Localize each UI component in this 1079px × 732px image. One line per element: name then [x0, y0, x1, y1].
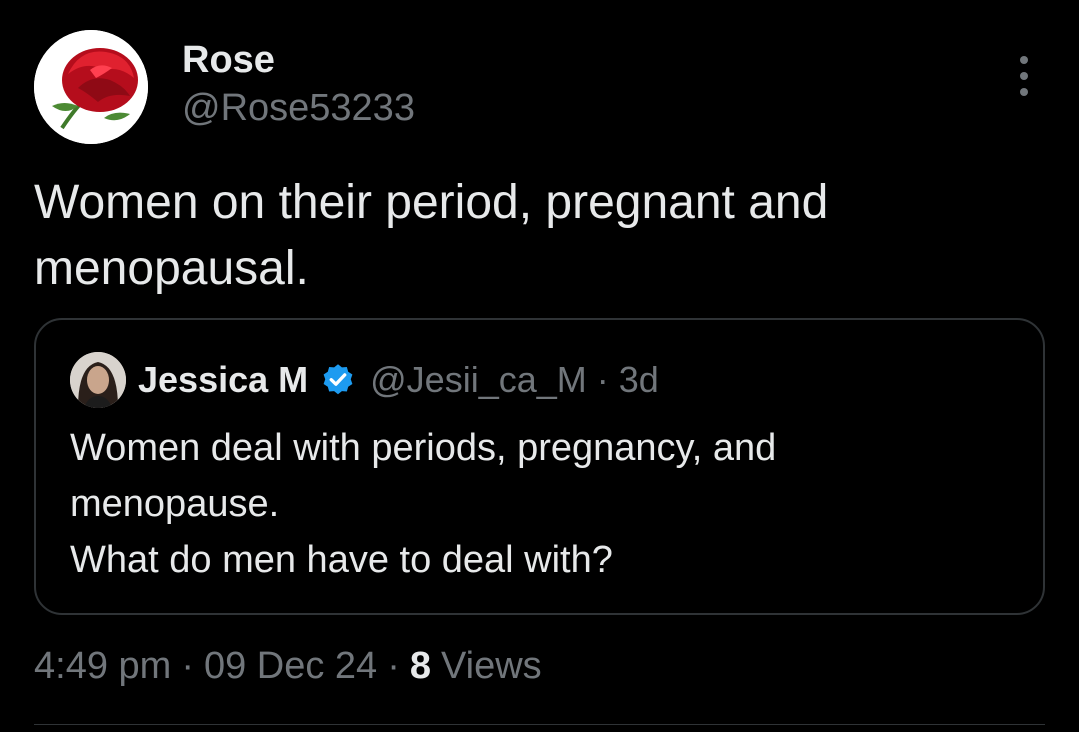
separator-dot: · [596, 359, 609, 400]
verified-badge-icon [323, 364, 353, 395]
divider [34, 724, 1045, 725]
rose-image [34, 30, 148, 144]
views-count[interactable]: 8 [410, 645, 431, 688]
tweet-date[interactable]: 09 Dec 24 [204, 645, 377, 688]
quote-author-handle[interactable]: @Jesii_ca_M [370, 359, 587, 401]
tweet-metadata: 4:49 pm · 09 Dec 24 · 8 Views [34, 640, 542, 692]
more-dot [1020, 56, 1028, 64]
portrait-image [70, 352, 126, 408]
author-handle[interactable]: @Rose53233 [182, 86, 415, 130]
tweet-text: Women on their period, pregnant and meno… [34, 176, 829, 295]
author-avatar[interactable] [34, 30, 148, 144]
quote-timestamp[interactable]: 3d [619, 359, 659, 401]
more-dot [1020, 72, 1028, 80]
author-name[interactable]: Rose [182, 38, 275, 82]
quote-author-avatar[interactable] [70, 352, 126, 408]
quote-header: Jessica M @Jesii_ca_M · 3d [138, 354, 659, 406]
more-dot [1020, 88, 1028, 96]
quoted-tweet[interactable]: Jessica M @Jesii_ca_M · 3d Women deal wi… [34, 318, 1045, 615]
views-label[interactable]: Views [441, 645, 542, 688]
separator-dot: · [387, 644, 400, 687]
more-options-icon[interactable] [1008, 56, 1040, 96]
tweet-time[interactable]: 4:49 pm [34, 645, 171, 688]
quote-text: Women deal with periods, pregnancy, and … [70, 427, 777, 581]
separator-dot: · [181, 644, 194, 687]
quote-author-name[interactable]: Jessica M [138, 359, 308, 401]
